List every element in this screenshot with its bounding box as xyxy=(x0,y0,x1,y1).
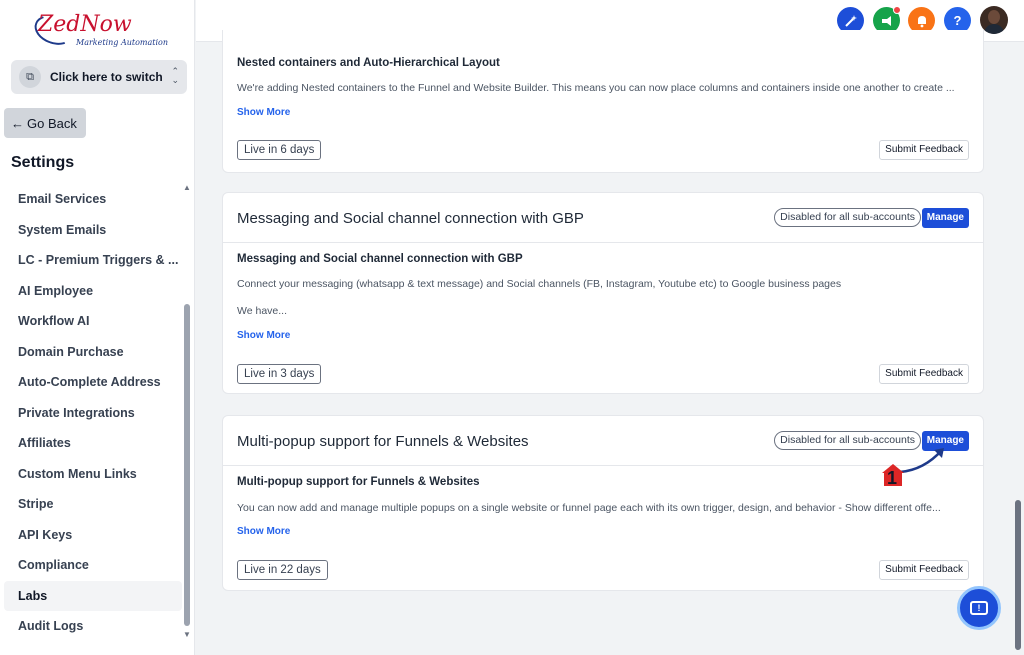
sidebar-item-email-services[interactable]: Email Services xyxy=(4,184,182,215)
sidebar-item-stripe[interactable]: Stripe xyxy=(4,489,182,520)
feature-subtitle: Multi-popup support for Funnels & Websit… xyxy=(237,476,480,488)
scroll-up-arrow-icon[interactable]: ▲ xyxy=(183,183,191,192)
sidebar-item-workflow-ai[interactable]: Workflow AI xyxy=(4,306,182,337)
lab-feature-card: Multi-popup support for Funnels & Websit… xyxy=(222,415,984,591)
sidebar-item-system-emails[interactable]: System Emails xyxy=(4,215,182,246)
scroll-down-arrow-icon[interactable]: ▼ xyxy=(183,630,191,639)
arrow-left-icon: ← xyxy=(11,115,24,131)
card-header: Multi-popup support for Funnels & Websit… xyxy=(223,416,983,466)
settings-menu: Email Services System Emails LC - Premiu… xyxy=(4,184,182,642)
lab-feature-card: Messaging and Social channel connection … xyxy=(222,192,984,394)
chevron-updown-icon: ⌃ ⌄ xyxy=(171,66,179,85)
chat-widget-button[interactable]: ! xyxy=(957,586,1001,630)
sidebar-item-lc-premium-triggers[interactable]: LC - Premium Triggers & ... xyxy=(4,245,182,276)
notification-dot xyxy=(893,6,901,14)
brand-logo[interactable]: ZedNow Marketing Automation xyxy=(30,10,174,50)
sidebar-item-auto-complete-address[interactable]: Auto-Complete Address xyxy=(4,367,182,398)
avatar[interactable] xyxy=(980,6,1008,34)
submit-feedback-button[interactable]: Submit Feedback xyxy=(879,364,969,384)
live-countdown-badge: Live in 6 days xyxy=(237,140,322,160)
feature-description-more: We have... xyxy=(237,305,287,317)
go-back-label: Go Back xyxy=(27,115,77,131)
sidebar-item-private-integrations[interactable]: Private Integrations xyxy=(4,398,182,429)
account-switcher[interactable]: ⧉ Click here to switch ⌃ ⌄ xyxy=(11,60,187,94)
submit-feedback-button[interactable]: Submit Feedback xyxy=(879,140,969,160)
sidebar-item-audit-logs[interactable]: Audit Logs xyxy=(4,611,182,642)
go-back-button[interactable]: ← Go Back xyxy=(4,108,86,138)
sidebar-item-affiliates[interactable]: Affiliates xyxy=(4,428,182,459)
status-badge: Disabled for all sub-accounts xyxy=(774,208,921,227)
lab-feature-card: Nested containers and Auto-Hierarchical … xyxy=(222,30,984,173)
live-countdown-badge: Live in 3 days xyxy=(237,364,322,384)
sidebar: ZedNow Marketing Automation ⧉ Click here… xyxy=(0,0,195,655)
submit-feedback-button[interactable]: Submit Feedback xyxy=(879,560,969,580)
step-annotation: 1 xyxy=(880,446,950,490)
sidebar-item-labs[interactable]: Labs xyxy=(4,580,182,611)
settings-title: Settings xyxy=(11,154,75,171)
show-more-link[interactable]: Show More xyxy=(237,107,290,118)
card-header: Messaging and Social channel connection … xyxy=(223,193,983,243)
show-more-link[interactable]: Show More xyxy=(237,526,290,537)
manage-button[interactable]: Manage xyxy=(921,208,969,228)
feature-title: Messaging and Social channel connection … xyxy=(237,210,584,227)
sidebar-item-api-keys[interactable]: API Keys xyxy=(4,520,182,551)
brand-tagline: Marketing Automation xyxy=(76,38,169,47)
feature-description: Connect your messaging (whatsapp & text … xyxy=(237,278,842,290)
live-countdown-badge: Live in 22 days xyxy=(237,560,328,580)
sidebar-scrollbar[interactable] xyxy=(184,304,190,626)
feature-description: You can now add and manage multiple popu… xyxy=(237,502,941,514)
feature-subtitle: Messaging and Social channel connection … xyxy=(237,253,523,265)
page-scrollbar[interactable] xyxy=(1015,500,1021,650)
sidebar-item-ai-employee[interactable]: AI Employee xyxy=(4,276,182,307)
sidebar-item-custom-menu-links[interactable]: Custom Menu Links xyxy=(4,459,182,490)
annotation-step-number: 1 xyxy=(887,468,898,488)
sidebar-item-domain-purchase[interactable]: Domain Purchase xyxy=(4,337,182,368)
feature-title: Multi-popup support for Funnels & Websit… xyxy=(237,433,529,450)
chat-icon: ! xyxy=(970,601,988,615)
feature-subtitle: Nested containers and Auto-Hierarchical … xyxy=(237,57,500,69)
show-more-link[interactable]: Show More xyxy=(237,330,290,341)
switch-icon: ⧉ xyxy=(19,66,41,88)
brand-name: ZedNow xyxy=(38,12,132,37)
feature-description: We're adding Nested containers to the Fu… xyxy=(237,82,955,94)
switcher-label: Click here to switch xyxy=(50,70,163,84)
sidebar-item-compliance[interactable]: Compliance xyxy=(4,550,182,581)
